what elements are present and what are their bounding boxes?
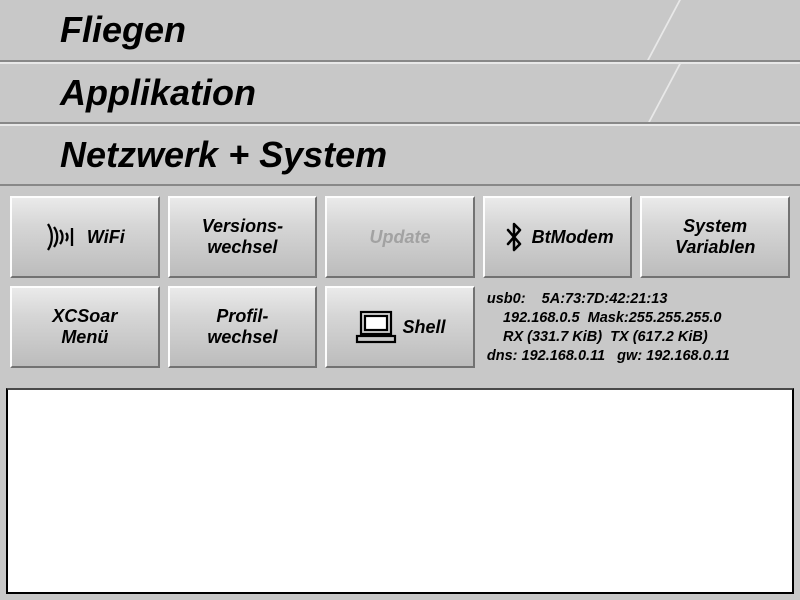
system-variables-button[interactable]: System Variablen	[640, 196, 790, 278]
system-variables-label: System Variablen	[675, 216, 755, 257]
shell-label: Shell	[403, 317, 446, 338]
wifi-icon	[45, 219, 81, 255]
bluetooth-icon	[502, 222, 526, 252]
network-info-panel: usb0: 5A:73:7D:42:21:13 192.168.0.5 Mask…	[483, 286, 790, 368]
network-rx-tx: RX (331.7 KiB) TX (617.2 KiB)	[487, 328, 788, 347]
network-dns-gw: dns: 192.168.0.11 gw: 192.168.0.11	[487, 347, 788, 366]
nav-item-netzwerk-system[interactable]: Netzwerk + System	[0, 124, 800, 186]
update-button: Update	[325, 196, 475, 278]
xcsoar-menu-label: XCSoar Menü	[52, 306, 117, 347]
nav-label-fliegen: Fliegen	[0, 9, 186, 51]
nav-item-applikation[interactable]: Applikation	[0, 62, 800, 124]
network-ip-mask: 192.168.0.5 Mask:255.255.255.0	[487, 309, 788, 328]
wifi-label: WiFi	[87, 227, 125, 248]
nav-tab-decoration	[647, 0, 800, 60]
version-switch-label: Versions- wechsel	[202, 216, 283, 257]
btmodem-button[interactable]: BtModem	[483, 196, 633, 278]
nav-label-netzwerk: Netzwerk + System	[0, 134, 387, 176]
log-panel	[6, 388, 794, 594]
version-switch-button[interactable]: Versions- wechsel	[168, 196, 318, 278]
terminal-icon	[355, 308, 397, 346]
btmodem-label: BtModem	[532, 227, 614, 248]
update-label: Update	[369, 227, 430, 248]
profile-switch-button[interactable]: Profil- wechsel	[168, 286, 318, 368]
nav-tab-decoration	[648, 62, 800, 122]
profile-switch-label: Profil- wechsel	[207, 306, 277, 347]
nav-label-applikation: Applikation	[0, 72, 256, 114]
wifi-button[interactable]: WiFi	[10, 196, 160, 278]
button-panel: WiFi Versions- wechsel Update BtModem Sy…	[0, 186, 800, 372]
xcsoar-menu-button[interactable]: XCSoar Menü	[10, 286, 160, 368]
shell-button[interactable]: Shell	[325, 286, 475, 368]
nav-item-fliegen[interactable]: Fliegen	[0, 0, 800, 62]
network-iface-mac: usb0: 5A:73:7D:42:21:13	[487, 290, 788, 309]
